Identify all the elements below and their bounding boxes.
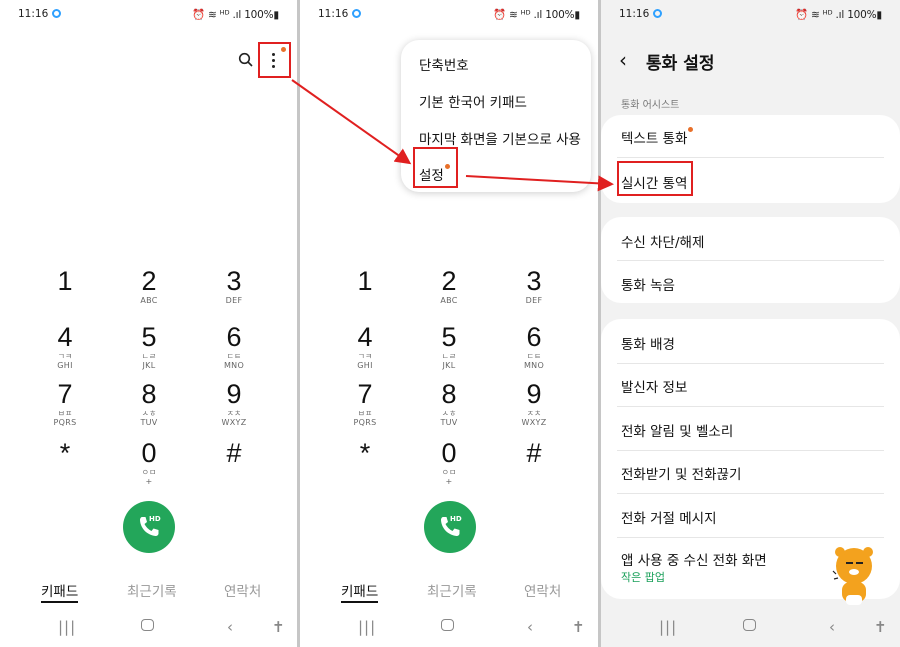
key-5[interactable]: 5 ㄴㄹ JKL: [409, 322, 489, 371]
divider: [617, 406, 884, 407]
status-time: 11:16: [619, 8, 650, 20]
divider: [617, 493, 884, 494]
status-indicators: ⏰ ≋ ᴴᴰ .ıl 100%▮: [794, 9, 882, 21]
answer-end-item[interactable]: 전화받기 및 전화끊기: [621, 463, 741, 483]
key-5[interactable]: 5 ㄴㄹ JKL: [109, 322, 189, 371]
ringtone-item[interactable]: 전화 알림 및 벨소리: [621, 420, 733, 440]
key-1[interactable]: 1: [25, 266, 105, 296]
bottom-tabs: 키패드 최근기록 연락처: [300, 580, 598, 603]
divider: [617, 537, 884, 538]
in-app-call-screen-item[interactable]: 앱 사용 중 수신 전화 화면: [621, 549, 767, 569]
recents-nav-icon[interactable]: |||: [358, 618, 376, 636]
settings-group-block: 수신 차단/해제 통화 녹음: [601, 217, 900, 303]
hd-badge: HD: [450, 515, 462, 523]
key-4[interactable]: 4 ㄱㅋ GHI: [25, 322, 105, 371]
badge-dot: [688, 127, 694, 132]
caller-info-item[interactable]: 발신자 정보: [621, 376, 687, 396]
tab-recents[interactable]: 최근기록: [127, 580, 177, 600]
section-label: 통화 어시스트: [621, 100, 680, 111]
system-nav-bar: ||| ‹ ✝: [300, 618, 598, 638]
back-icon[interactable]: ‹: [619, 48, 627, 72]
menu-item-korean-keypad[interactable]: 기본 한국어 키패드: [419, 91, 527, 111]
tab-keypad[interactable]: 키패드: [341, 580, 379, 603]
call-button[interactable]: HD: [424, 501, 476, 553]
key-7[interactable]: 7 ㅂㅍ PQRS: [325, 379, 405, 428]
home-nav-icon[interactable]: [743, 619, 756, 631]
hd-badge: HD: [149, 515, 161, 523]
highlight-settings: [413, 147, 458, 188]
key-star[interactable]: *: [25, 438, 105, 468]
key-2[interactable]: 2 ABC: [109, 266, 189, 306]
recents-nav-icon[interactable]: |||: [58, 618, 76, 636]
dialer-screen: 11:16 ⏰ ≋ ᴴᴰ .ıl 100%▮ 1 2 ABC 3 DEF 4 ㄱㅋ GH…: [0, 0, 297, 647]
accessibility-icon[interactable]: ✝: [874, 618, 887, 636]
call-recording-item[interactable]: 통화 녹음: [621, 274, 675, 294]
highlight-live-translate: [617, 161, 693, 196]
tab-contacts[interactable]: 연락처: [224, 580, 261, 600]
in-app-call-screen-value: 작은 팝업: [621, 571, 665, 584]
notification-icon: [653, 9, 662, 18]
back-nav-icon[interactable]: ‹: [227, 618, 233, 636]
home-nav-icon[interactable]: [441, 619, 454, 631]
text-call-item[interactable]: 텍스트 통화: [621, 127, 694, 147]
divider: [617, 450, 884, 451]
reject-messages-item[interactable]: 전화 거절 메시지: [621, 507, 717, 527]
key-hash[interactable]: #: [194, 438, 274, 468]
menu-item-last-screen[interactable]: 마지막 화면을 기본으로 사용: [419, 128, 581, 148]
key-9[interactable]: 9 ㅈㅊ WXYZ: [194, 379, 274, 428]
key-8[interactable]: 8 ㅅㅎ TUV: [409, 379, 489, 428]
divider: [617, 363, 884, 364]
tab-recents[interactable]: 최근기록: [427, 580, 477, 600]
call-settings-screen: 11:16 ⏰ ≋ ᴴᴰ .ıl 100%▮ ‹ 통화 설정 통화 어시스트 텍…: [601, 0, 900, 647]
accessibility-icon[interactable]: ✝: [272, 618, 285, 636]
key-2[interactable]: 2 ABC: [409, 266, 489, 306]
status-time: 11:16: [18, 8, 49, 20]
home-nav-icon[interactable]: [141, 619, 154, 631]
page-title: 통화 설정: [646, 54, 715, 74]
system-nav-bar: ||| ‹ ✝: [0, 618, 297, 638]
notification-icon: [352, 9, 361, 18]
search-icon[interactable]: [238, 52, 254, 68]
back-nav-icon[interactable]: ‹: [527, 618, 533, 636]
status-time: 11:16: [318, 8, 349, 20]
status-indicators: ⏰ ≋ ᴴᴰ .ıl 100%▮: [492, 9, 580, 21]
system-nav-bar: ||| ‹ ✝: [601, 618, 900, 638]
key-3[interactable]: 3 DEF: [494, 266, 574, 306]
tab-contacts[interactable]: 연락처: [524, 580, 561, 600]
status-bar: 11:16 ⏰ ≋ ᴴᴰ .ıl 100%▮: [0, 8, 297, 22]
key-9[interactable]: 9 ㅈㅊ WXYZ: [494, 379, 574, 428]
key-hash[interactable]: #: [494, 438, 574, 468]
status-bar: 11:16 ⏰ ≋ ᴴᴰ .ıl 100%▮: [300, 8, 598, 22]
call-background-item[interactable]: 통화 배경: [621, 333, 675, 353]
key-4[interactable]: 4 ㄱㅋ GHI: [325, 322, 405, 371]
key-0[interactable]: 0 ㅇㅁ +: [109, 438, 189, 487]
mascot-sticker: [832, 547, 873, 605]
bottom-tabs: 키패드 최근기록 연락처: [0, 580, 297, 603]
recents-nav-icon[interactable]: |||: [659, 618, 677, 636]
accessibility-icon[interactable]: ✝: [572, 618, 585, 636]
tab-keypad[interactable]: 키패드: [41, 580, 79, 603]
key-6[interactable]: 6 ㄷㅌ MNO: [494, 322, 574, 371]
divider: [617, 157, 884, 158]
call-button[interactable]: HD: [123, 501, 175, 553]
key-3[interactable]: 3 DEF: [194, 266, 274, 306]
highlight-more-button: [258, 42, 291, 78]
block-numbers-item[interactable]: 수신 차단/해제: [621, 231, 704, 251]
key-7[interactable]: 7 ㅂㅍ PQRS: [25, 379, 105, 428]
key-star[interactable]: *: [325, 438, 405, 468]
key-1[interactable]: 1: [325, 266, 405, 296]
divider: [617, 260, 884, 261]
dialer-menu-screen: 11:16 ⏰ ≋ ᴴᴰ .ıl 100%▮ 단축번호 기본 한국어 키패드 마…: [300, 0, 598, 647]
notification-icon: [52, 9, 61, 18]
status-bar: 11:16 ⏰ ≋ ᴴᴰ .ıl 100%▮: [601, 8, 900, 22]
key-8[interactable]: 8 ㅅㅎ TUV: [109, 379, 189, 428]
back-nav-icon[interactable]: ‹: [829, 618, 835, 636]
key-6[interactable]: 6 ㄷㅌ MNO: [194, 322, 274, 371]
key-0[interactable]: 0 ㅇㅁ +: [409, 438, 489, 487]
status-indicators: ⏰ ≋ ᴴᴰ .ıl 100%▮: [191, 9, 279, 21]
menu-item-speed-dial[interactable]: 단축번호: [419, 54, 469, 74]
